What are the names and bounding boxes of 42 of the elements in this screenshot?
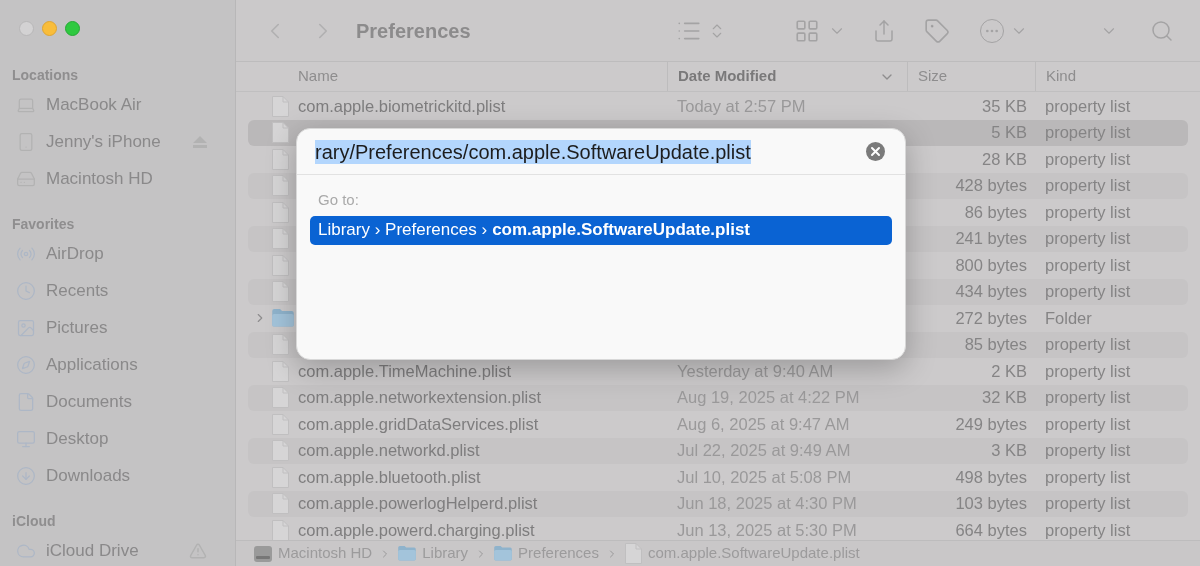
go-to-label: Go to: [318,190,360,210]
file-size: 103 bytes [955,493,1027,515]
file-size: 85 bytes [964,334,1027,356]
file-kind: property list [1045,176,1131,195]
file-kind: property list [1045,202,1131,221]
file-name: com.apple.TimeMachine.plist [298,360,512,382]
file-name: com.apple.networkd.plist [298,440,480,462]
file-size: 35 KB [982,95,1027,117]
window-title: Preferences [356,18,471,44]
file-kind: property list [1045,255,1131,274]
file-kind: property list [1045,388,1131,407]
file-size: 428 bytes [955,175,1027,197]
file-name: com.apple.gridDataServices.plist [298,413,539,435]
file-kind: property list [1045,149,1131,168]
file-name: com.apple.biometrickitd.plist [298,95,506,117]
file-size: 272 bytes [955,307,1027,329]
file-kind: property list [1045,361,1131,380]
file-size: 86 bytes [964,201,1027,223]
file-name: com.apple.bluetooth.plist [298,466,481,488]
file-kind: property list [1045,229,1131,248]
file-kind: property list [1045,467,1131,486]
file-kind: property list [1045,494,1131,513]
file-name: com.apple.powerlogHelperd.plist [298,493,538,515]
file-size: 32 KB [982,387,1027,409]
file-size: 28 KB [982,148,1027,170]
file-size: 3 KB [991,440,1027,462]
file-size: 2 KB [991,360,1027,382]
file-kind: property list [1045,282,1131,301]
file-kind: property list [1045,96,1131,115]
file-name: com.apple.networkextension.plist [298,387,542,409]
file-kind: property list [1045,414,1131,433]
file-kind: property list [1045,441,1131,460]
file-size: 800 bytes [955,254,1027,276]
file-size: 664 bytes [955,519,1027,540]
file-size: 434 bytes [955,281,1027,303]
file-kind: property list [1045,335,1131,354]
file-kind: property list [1045,520,1131,539]
file-size: 498 bytes [955,466,1027,488]
file-name: com.apple.powerd.charging.plist [298,519,535,540]
file-size: 241 bytes [955,228,1027,250]
file-size: 249 bytes [955,413,1027,435]
file-kind: Folder [1045,308,1092,327]
